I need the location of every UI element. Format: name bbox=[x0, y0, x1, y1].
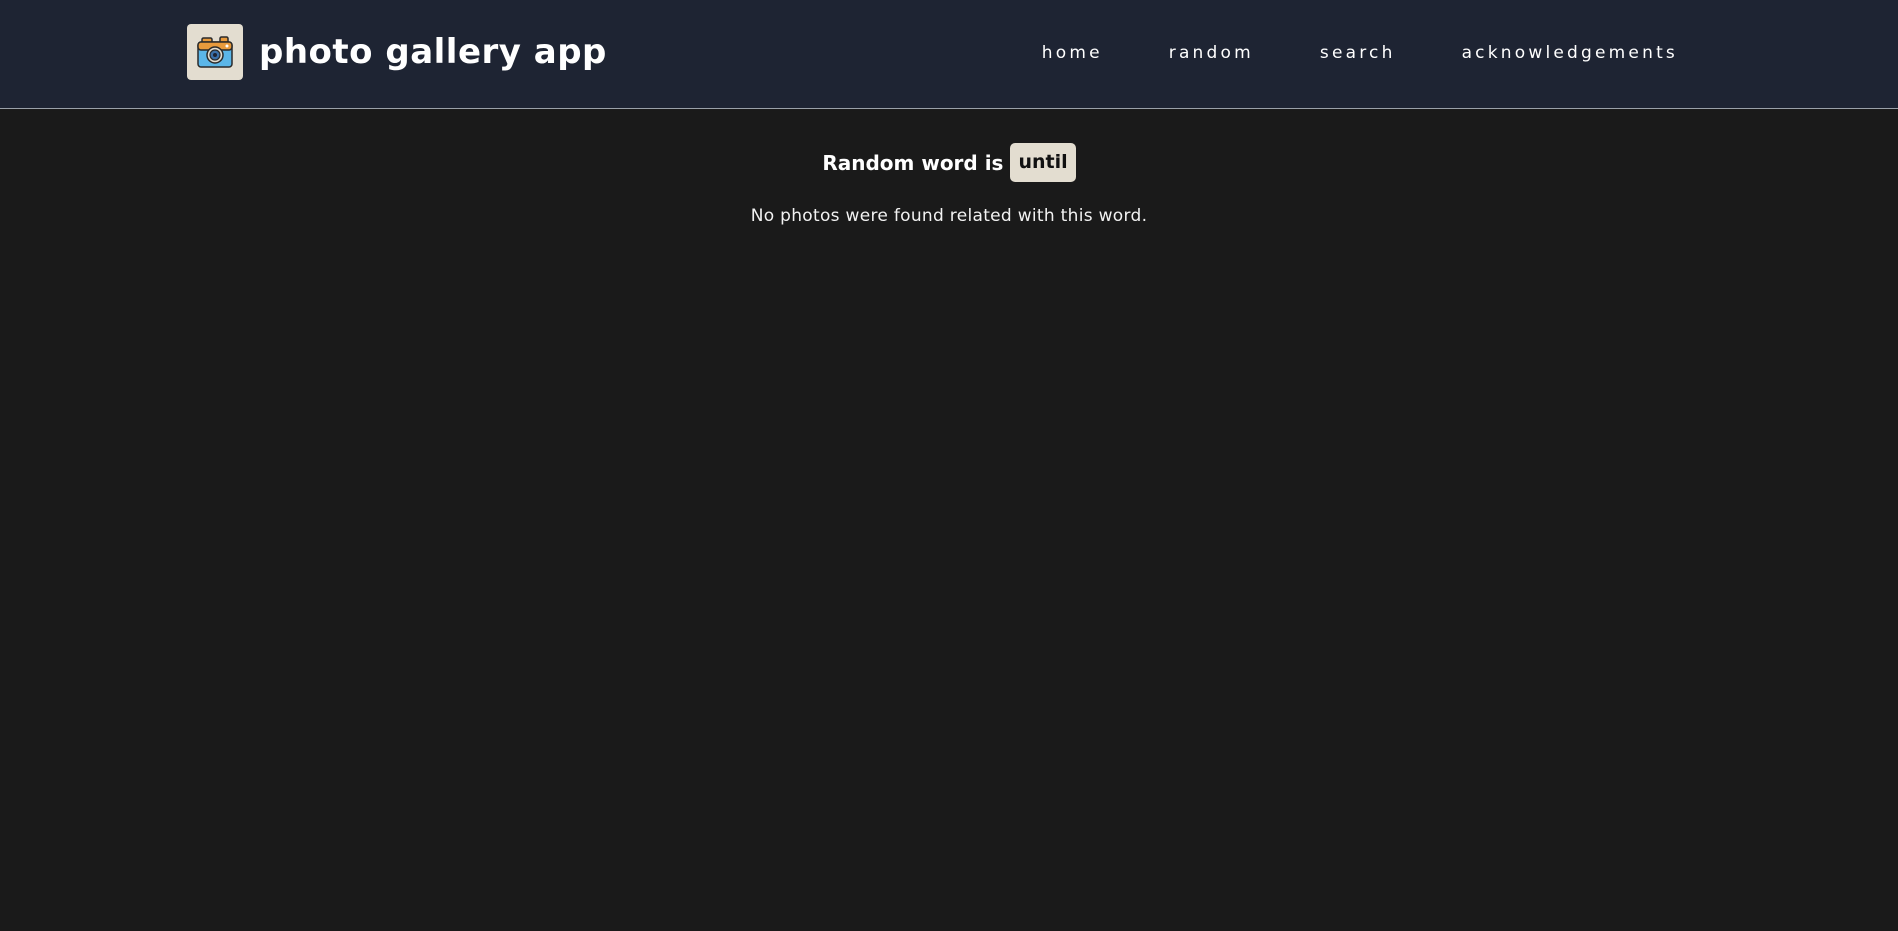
app-title: photo gallery app bbox=[259, 32, 607, 72]
random-word-badge: until bbox=[1010, 143, 1076, 182]
random-word-heading: Random word is until bbox=[0, 143, 1898, 182]
empty-state-message: No photos were found related with this w… bbox=[750, 206, 1148, 226]
nav-acknowledgements[interactable]: acknowledgements bbox=[1462, 43, 1678, 63]
main-content: Random word is until No photos were foun… bbox=[0, 110, 1898, 243]
brand-link[interactable]: photo gallery app bbox=[187, 24, 607, 80]
main-nav: home random search acknowledgements bbox=[1042, 0, 1678, 106]
camera-icon bbox=[187, 24, 243, 80]
heading-prefix: Random word is bbox=[822, 150, 1004, 175]
nav-search[interactable]: search bbox=[1320, 43, 1396, 63]
nav-home[interactable]: home bbox=[1042, 43, 1103, 63]
nav-random[interactable]: random bbox=[1169, 43, 1254, 63]
navbar: photo gallery app home random search ack… bbox=[0, 0, 1898, 109]
